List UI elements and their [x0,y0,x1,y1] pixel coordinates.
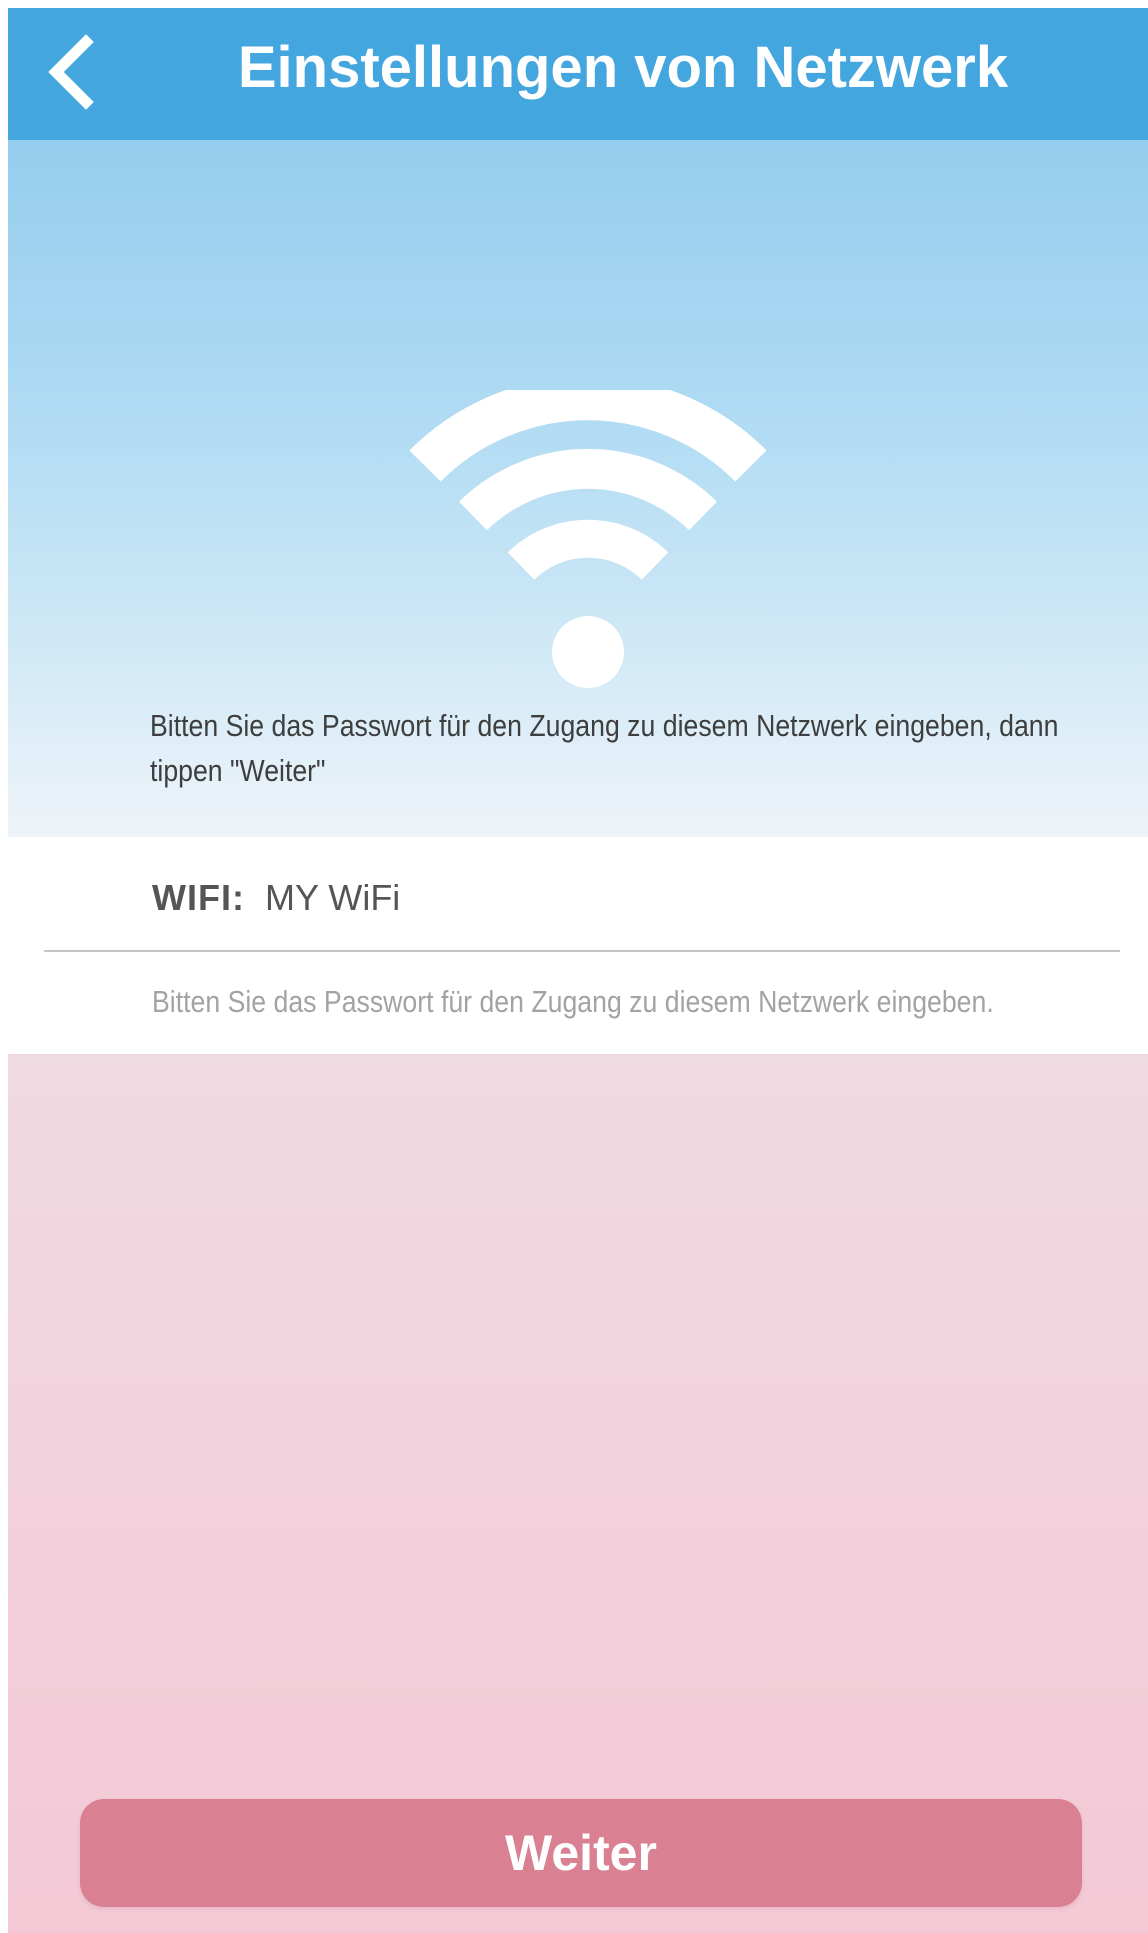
app-header: Einstellungen von Netzwerk [8,8,1148,140]
network-form: WIFI: MY WiFi [8,837,1148,1054]
instructions-text: Bitten Sie das Passwort für den Zugang z… [150,708,1059,788]
chevron-left-icon [48,34,94,110]
wifi-icon [409,390,767,688]
ssid-value: MY WiFi [264,877,401,918]
back-button[interactable] [38,26,108,116]
page-title: Einstellungen von Netzwerk [237,35,1009,100]
divider [44,950,1120,952]
hero-section: Bitten Sie das Passwort für den Zugang z… [8,140,1148,837]
ssid-label: WIFI: [152,877,245,918]
screen: Einstellungen von Netzwerk Bitten Sie da… [8,8,1148,1933]
ssid-row: WIFI: MY WiFi [152,873,400,923]
next-button[interactable]: Weiter [80,1799,1082,1907]
password-input[interactable] [152,977,1090,1027]
